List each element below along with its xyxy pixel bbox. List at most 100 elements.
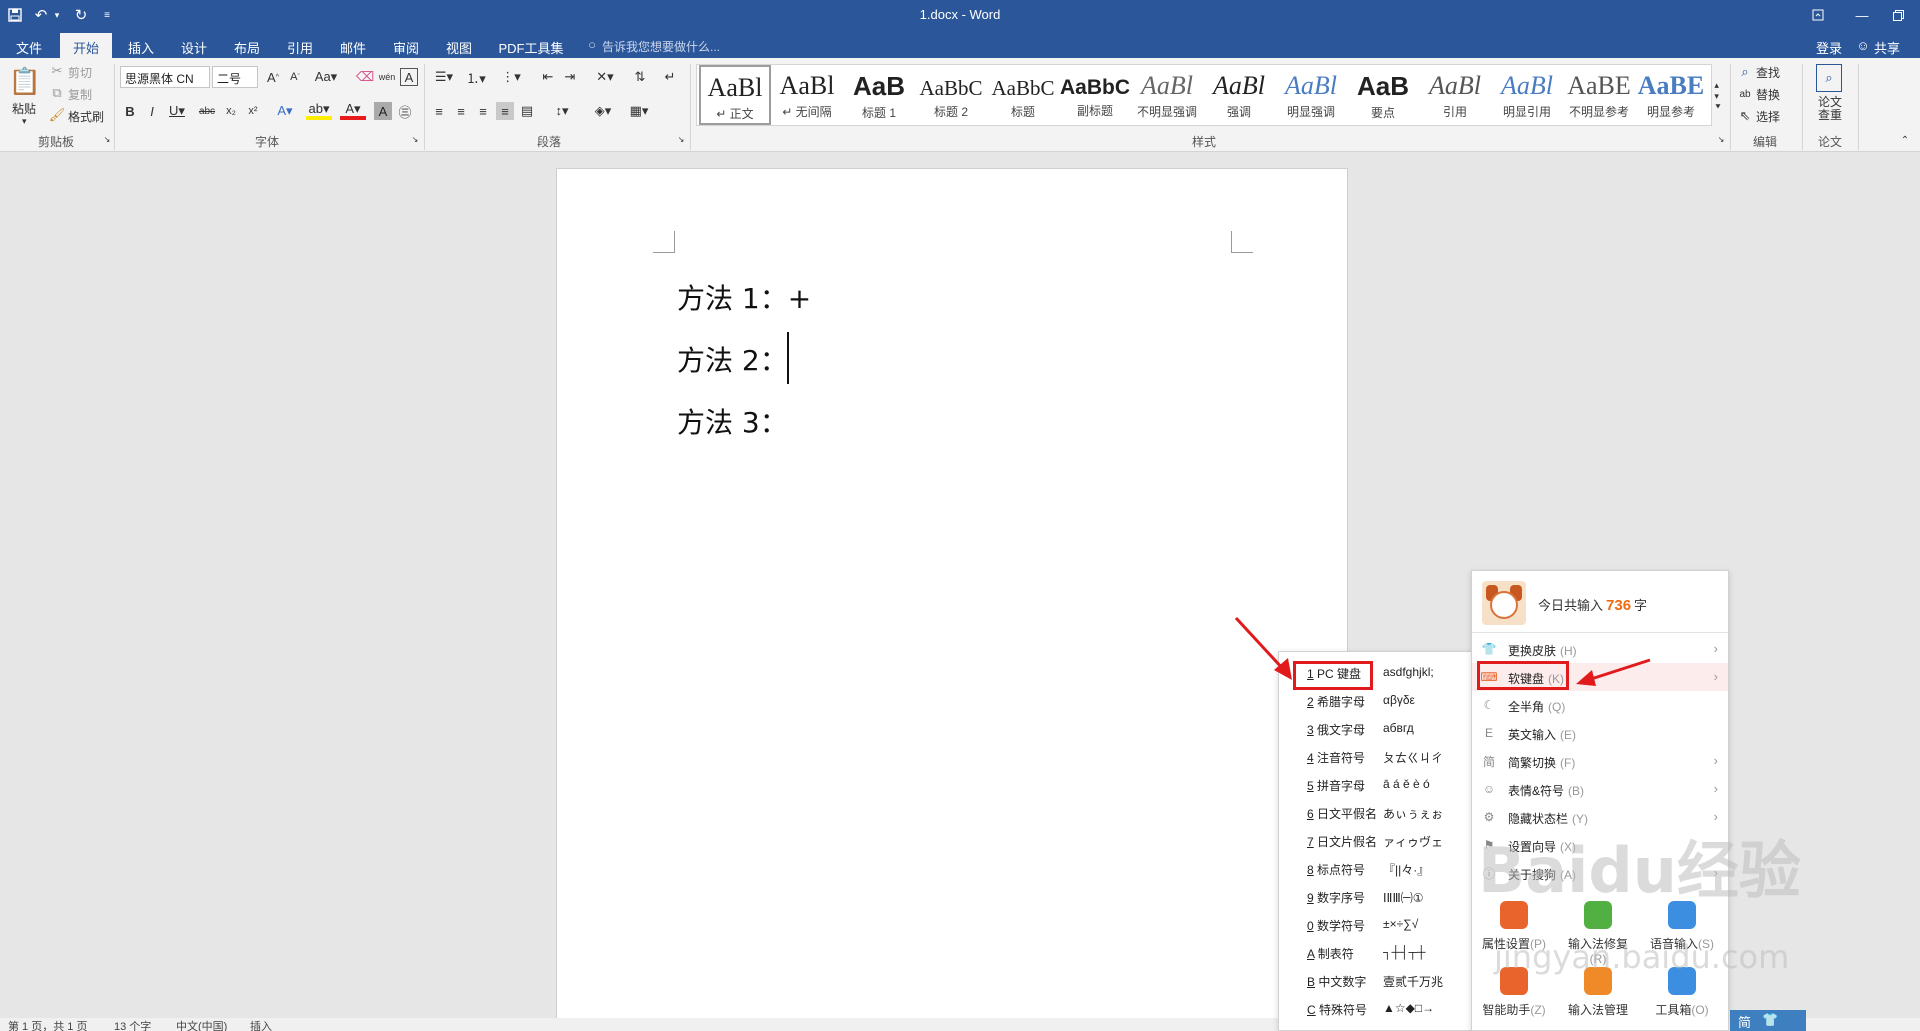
- style-heading-2[interactable]: AaBbC 标题 2: [915, 65, 987, 125]
- language-indicator[interactable]: 中文(中国): [176, 1018, 227, 1031]
- soft-keyboard-item[interactable]: 0 数学符号 ±×÷∑√: [1279, 910, 1477, 938]
- superscript-icon[interactable]: x²: [244, 102, 262, 120]
- soft-keyboard-item[interactable]: 3 俄文字母 абвгд: [1279, 714, 1477, 742]
- font-size-select[interactable]: 二号: [212, 66, 258, 88]
- menu-item-full-half-width[interactable]: ☾ 全半角 (Q): [1472, 691, 1728, 719]
- justify-icon[interactable]: ≡: [496, 102, 514, 120]
- ribbon-display-icon[interactable]: [1796, 0, 1840, 30]
- decrease-indent-icon[interactable]: ⇤: [538, 68, 558, 86]
- format-painter-button[interactable]: 格式刷: [68, 108, 104, 125]
- replace-button[interactable]: 替换: [1756, 86, 1780, 103]
- ime-mode-indicator[interactable]: 简: [1738, 1012, 1751, 1031]
- chinese-layout-icon[interactable]: ✕▾: [590, 68, 620, 86]
- tab-mailings[interactable]: 邮件: [336, 33, 370, 58]
- select-button[interactable]: 选择: [1756, 108, 1780, 125]
- align-right-icon[interactable]: ≡: [474, 102, 492, 120]
- shading-icon[interactable]: ◈▾: [588, 102, 618, 120]
- change-case-icon[interactable]: Aa▾: [312, 68, 340, 86]
- char-border-icon[interactable]: A: [400, 68, 418, 86]
- underline-icon[interactable]: U▾: [166, 102, 188, 120]
- style-strong[interactable]: AaB 要点: [1347, 65, 1419, 125]
- tab-design[interactable]: 设计: [177, 33, 211, 58]
- shrink-font-icon[interactable]: Aˇ: [286, 68, 304, 86]
- increase-indent-icon[interactable]: ⇥: [560, 68, 580, 86]
- soft-keyboard-item[interactable]: B 中文数字 壹贰千万兆: [1279, 966, 1477, 994]
- style-quote[interactable]: AaBl 引用: [1419, 65, 1491, 125]
- tell-me-search[interactable]: 告诉我您想要做什么...: [602, 38, 720, 55]
- align-center-icon[interactable]: ≡: [452, 102, 470, 120]
- distributed-icon[interactable]: ▤: [518, 102, 536, 120]
- soft-keyboard-item[interactable]: 6 日文平假名 あぃぅぇぉ: [1279, 798, 1477, 826]
- bold-icon[interactable]: B: [122, 102, 138, 120]
- tab-home[interactable]: 开始: [60, 33, 112, 58]
- tab-references[interactable]: 引用: [283, 33, 317, 58]
- restore-icon[interactable]: [1876, 0, 1920, 30]
- style-intense-reference[interactable]: AaBE 明显参考: [1635, 65, 1707, 125]
- styles-launcher-icon[interactable]: ↘: [1716, 134, 1726, 144]
- paste-dropdown-icon[interactable]: ▾: [22, 116, 27, 127]
- style-subtle-reference[interactable]: AaBE 不明显参考: [1563, 65, 1635, 125]
- paragraph-launcher-icon[interactable]: ↘: [676, 134, 686, 144]
- share-button[interactable]: 共享: [1874, 38, 1900, 57]
- document-page[interactable]: 方法 1：+ 方法 2： 方法 3：: [556, 168, 1348, 1031]
- ime-status-bar[interactable]: 简 👕: [1730, 1010, 1806, 1031]
- line-spacing-icon[interactable]: ↕▾: [548, 102, 576, 120]
- copy-button[interactable]: 复制: [68, 86, 92, 103]
- text-effects-icon[interactable]: A▾: [272, 102, 298, 120]
- document-line-3[interactable]: 方法 3：: [677, 401, 788, 441]
- soft-keyboard-item[interactable]: 5 拼音字母 ā á ě è ó: [1279, 770, 1477, 798]
- style-normal[interactable]: AaBl ↵ 正文: [699, 65, 771, 125]
- tab-layout[interactable]: 布局: [230, 33, 264, 58]
- page-count[interactable]: 第 1 页，共 1 页: [8, 1018, 87, 1031]
- sort-icon[interactable]: ⇅: [630, 68, 650, 86]
- soft-keyboard-item[interactable]: 9 数字序号 ⅠⅡⅢ㈠①: [1279, 882, 1477, 910]
- tab-insert[interactable]: 插入: [124, 33, 158, 58]
- ime-shirt-icon[interactable]: 👕: [1762, 1012, 1778, 1028]
- soft-keyboard-item[interactable]: C 特殊符号 ▲☆◆□→: [1279, 994, 1477, 1022]
- subscript-icon[interactable]: x₂: [222, 102, 240, 120]
- font-color-icon[interactable]: A▾: [340, 101, 366, 120]
- align-left-icon[interactable]: ≡: [430, 102, 448, 120]
- menu-item-emoji-symbols[interactable]: ☺ 表情&符号 (B) ›: [1472, 775, 1728, 803]
- paper-check-button[interactable]: 论文查重: [1818, 96, 1842, 122]
- enclose-char-icon[interactable]: ㊂: [396, 102, 414, 120]
- login-link[interactable]: 登录: [1816, 38, 1842, 57]
- grow-font-icon[interactable]: A ^: [264, 68, 282, 86]
- menu-item-simplified-traditional[interactable]: 简简繁切换 (F) ›: [1472, 747, 1728, 775]
- clear-format-icon[interactable]: ⌫: [356, 68, 374, 86]
- clipboard-launcher-icon[interactable]: ↘: [102, 134, 112, 144]
- highlight-icon[interactable]: ab▾: [306, 101, 332, 120]
- style-heading-1[interactable]: AaB 标题 1: [843, 65, 915, 125]
- soft-keyboard-item[interactable]: 7 日文片假名 ァィゥヴェ: [1279, 826, 1477, 854]
- font-family-select[interactable]: 思源黑体 CN: [120, 66, 210, 88]
- menu-item-english-input[interactable]: E 英文输入 (E): [1472, 719, 1728, 747]
- document-line-1[interactable]: 方法 1：+: [677, 277, 811, 317]
- word-count[interactable]: 13 个字: [114, 1018, 151, 1031]
- document-line-2[interactable]: 方法 2：: [677, 339, 788, 379]
- char-shading-icon[interactable]: A: [374, 102, 392, 120]
- font-launcher-icon[interactable]: ↘: [410, 134, 420, 144]
- soft-keyboard-item[interactable]: 4 注音符号 ㄆㄊㄍㄐㄔ: [1279, 742, 1477, 770]
- tab-review[interactable]: 审阅: [389, 33, 423, 58]
- paper-check-icon[interactable]: ⌕: [1816, 64, 1842, 92]
- style-title[interactable]: AaBbC 标题: [987, 65, 1059, 125]
- soft-keyboard-item[interactable]: 2 希腊字母 αβγδε: [1279, 686, 1477, 714]
- pinyin-guide-icon[interactable]: wén: [378, 68, 396, 86]
- style-emphasis[interactable]: AaBl 强调: [1203, 65, 1275, 125]
- insert-mode[interactable]: 插入: [250, 1018, 272, 1031]
- strikethrough-icon[interactable]: abc: [196, 102, 218, 120]
- italic-icon[interactable]: I: [144, 102, 160, 120]
- soft-keyboard-item[interactable]: 8 标点符号 『||々·』: [1279, 854, 1477, 882]
- show-marks-icon[interactable]: ↵: [660, 68, 680, 86]
- collapse-ribbon-icon[interactable]: ⌃: [1898, 134, 1912, 146]
- numbering-icon[interactable]: ⒈▾: [462, 68, 490, 86]
- tab-file[interactable]: 文件: [12, 33, 46, 58]
- style-subtle-emphasis[interactable]: AaBl 不明显强调: [1131, 65, 1203, 125]
- style-intense-quote[interactable]: AaBl 明显引用: [1491, 65, 1563, 125]
- bullets-icon[interactable]: ☰▾: [430, 68, 458, 86]
- style-intense-emphasis[interactable]: AaBl 明显强调: [1275, 65, 1347, 125]
- soft-keyboard-item[interactable]: A 制表符 ┐┼┤┬┼: [1279, 938, 1477, 966]
- borders-icon[interactable]: ▦▾: [624, 102, 654, 120]
- paste-icon[interactable]: 📋: [9, 64, 41, 98]
- styles-scroll-icon[interactable]: ▴ ▾ ⯆: [1712, 66, 1724, 126]
